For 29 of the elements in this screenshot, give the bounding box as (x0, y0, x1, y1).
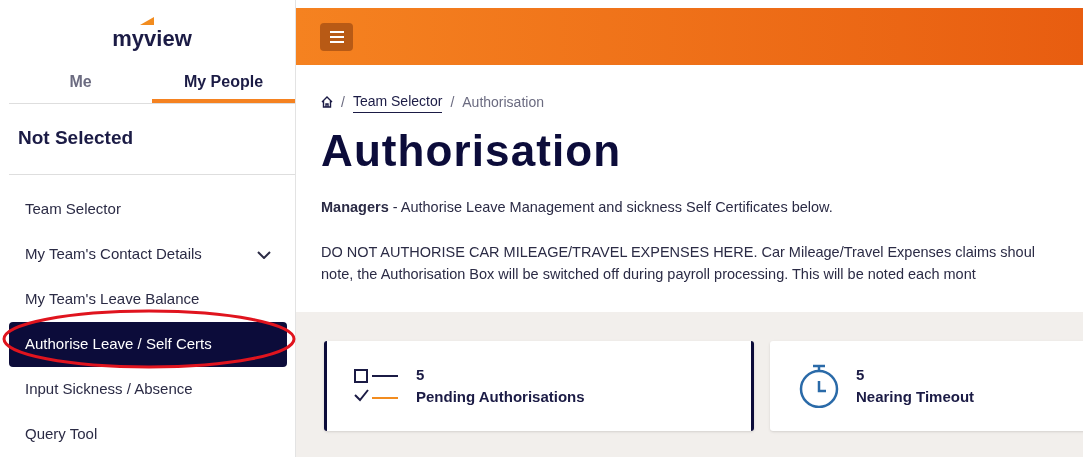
stopwatch-icon (798, 364, 840, 408)
summary-card[interactable]: 5 Pending Authorisations (324, 341, 754, 431)
selected-person: Not Selected (9, 103, 295, 175)
card-count: 5 (416, 364, 426, 385)
notice-text: note, the Authorisation Box will be switched off during payroll processing. This will be noted each mont (321, 264, 977, 284)
breadcrumb-separator: / (341, 92, 345, 112)
card-label: Pending Authorisations (416, 387, 585, 407)
notice-text: DO NOT AUTHORISE CAR MILEAGE/TRAVEL EXPENSES HERE. Car Mileage/Travel Expenses claims shoul (321, 242, 1036, 262)
card-count: 5 (856, 364, 866, 385)
home-icon[interactable] (321, 96, 333, 108)
page-title: Authorisation (321, 129, 623, 173)
breadcrumb-separator: / (450, 92, 455, 112)
tab[interactable]: My People (152, 64, 295, 103)
sidebar-item[interactable]: Query Tool (9, 412, 287, 457)
breadcrumb-link[interactable]: Team Selector (352, 91, 443, 113)
menu-button[interactable] (320, 22, 353, 51)
breadcrumb-current: Authorisation (462, 92, 544, 112)
sidebar-item[interactable]: My Team's Contact Details (9, 232, 287, 277)
menu-icon (329, 30, 344, 43)
sidebar-item[interactable]: Authorise Leave / Self Certs (9, 322, 287, 367)
sidebar-item[interactable]: Input Sickness / Absence (9, 367, 287, 412)
sidebar-item[interactable]: My Team's Leave Balance (9, 277, 287, 322)
card-label: Nearing Timeout (856, 387, 975, 407)
intro-text: Managers - Authorise Leave Management and sickness Self Certificates below. (321, 198, 834, 217)
tab[interactable]: Me (9, 64, 152, 103)
myview-logo: myview (112, 17, 192, 52)
checklist-icon (354, 369, 400, 403)
sidebar-item[interactable]: Team Selector (9, 187, 287, 232)
summary-card[interactable]: 5 Nearing Timeout (770, 341, 1083, 431)
